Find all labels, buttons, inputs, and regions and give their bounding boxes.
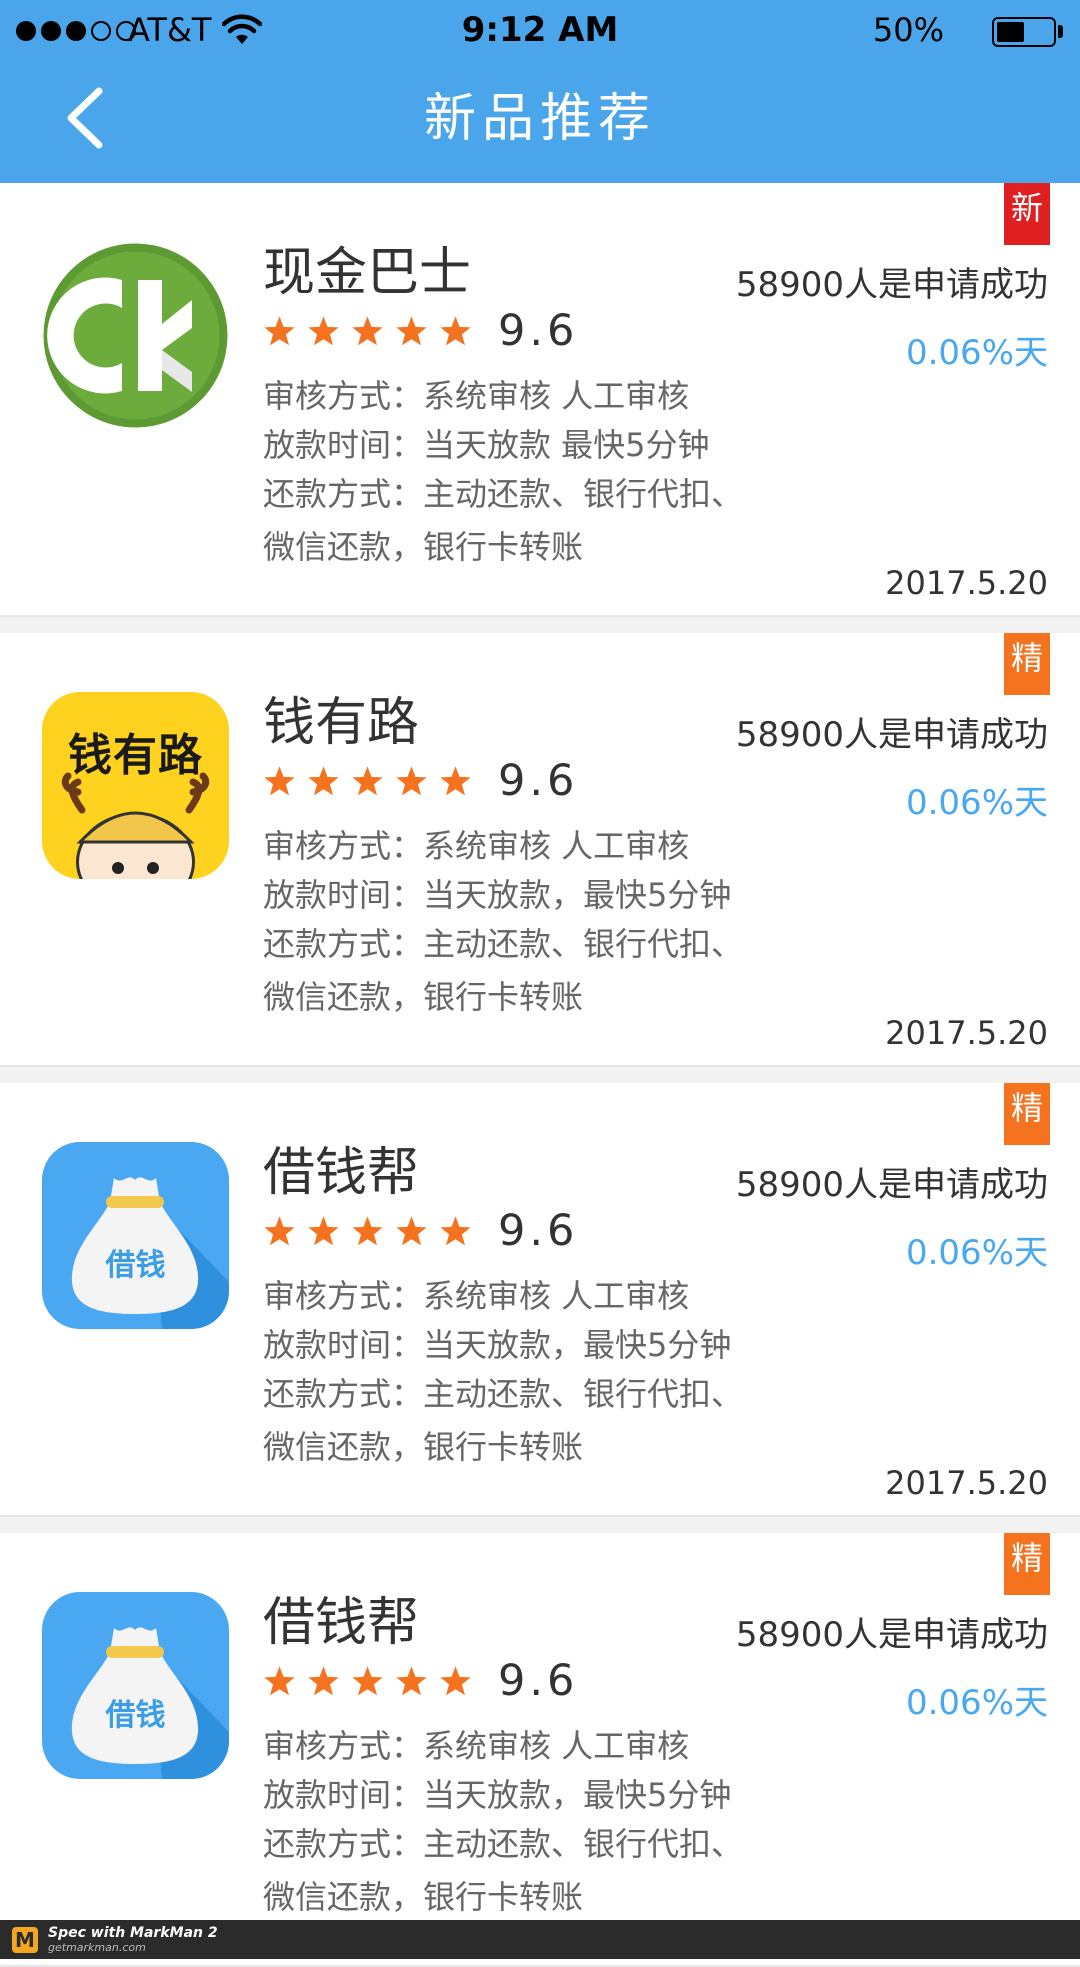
product-name: 现金巴士 — [263, 243, 472, 303]
star-icon — [308, 316, 339, 346]
rating-stars — [263, 765, 472, 798]
listing-date: 2017.5.20 — [885, 1464, 1048, 1502]
payout-time: 放款时间：当天放款，最快5分钟 — [263, 876, 732, 914]
product-name: 钱有路 — [263, 693, 420, 753]
app-icon-text: 借钱 — [105, 1698, 166, 1733]
xianjinbashi-app-icon — [42, 242, 229, 429]
review-method: 审核方式：系统审核 人工审核 — [263, 377, 690, 415]
review-method: 审核方式：系统审核 人工审核 — [263, 1277, 690, 1315]
star-icon — [352, 316, 383, 346]
product-card-xianjinbashi[interactable]: 现金巴士 9.6 审核方式：系统审核 人工审核 放款时间：当天放款 最快5分钟 … — [0, 183, 1080, 617]
payout-time: 放款时间：当天放款 最快5分钟 — [263, 426, 710, 464]
star-icon — [264, 766, 295, 796]
listing-date: 2017.5.20 — [885, 1014, 1048, 1052]
applicant-count: 58900人是申请成功 — [735, 1165, 1048, 1205]
featured-badge: 精 — [1004, 633, 1050, 695]
footer-brand: Spec with MarkMan 2 — [48, 1924, 218, 1941]
review-method: 审核方式：系统审核 人工审核 — [263, 1727, 690, 1765]
star-icon — [308, 1216, 339, 1246]
star-icon — [440, 1666, 471, 1696]
rating-score: 9.6 — [498, 1206, 579, 1256]
listing-date: 2017.5.20 — [885, 564, 1048, 602]
daily-rate: 0.06%天 — [905, 1233, 1048, 1273]
star-icon — [308, 766, 339, 796]
rating-stars — [263, 315, 472, 348]
header: AT&T 9:12 AM 50% 新品推荐 — [0, 0, 1080, 183]
loan-product-list: 现金巴士 9.6 审核方式：系统审核 人工审核 放款时间：当天放款 最快5分钟 … — [0, 183, 1080, 1967]
rating-stars — [263, 1665, 472, 1698]
new-badge: 新 — [1004, 183, 1050, 245]
star-icon — [396, 766, 427, 796]
daily-rate: 0.06%天 — [905, 1683, 1048, 1723]
product-card-jieqianbang-2[interactable]: 借钱 借钱帮 9.6 审核方式：系统审核 人工审核 放款时间：当天放款，最快5分… — [0, 1533, 1080, 1967]
applicant-count: 58900人是申请成功 — [735, 265, 1048, 305]
battery-icon — [992, 17, 1056, 47]
star-icon — [264, 1216, 295, 1246]
star-icon — [440, 1216, 471, 1246]
star-icon — [396, 316, 427, 346]
featured-badge: 精 — [1004, 1533, 1050, 1595]
jieqianbang-app-icon: 借钱 — [42, 1142, 229, 1329]
rating-score: 9.6 — [498, 306, 579, 356]
applicant-count: 58900人是申请成功 — [735, 1615, 1048, 1655]
rating-score: 9.6 — [498, 1656, 579, 1706]
product-card-qianyoulu[interactable]: 钱有路 钱有路 9.6 审核方式：系统审核 人工审核 放款时间：当天放款，最快5… — [0, 633, 1080, 1067]
repay-method-cont: 微信还款，银行卡转账 — [263, 528, 584, 566]
product-card-jieqianbang[interactable]: 借钱 借钱帮 9.6 审核方式：系统审核 人工审核 放款时间：当天放款，最快5分… — [0, 1083, 1080, 1517]
footer-link[interactable]: getmarkman.com — [48, 1941, 218, 1955]
repay-method-cont: 微信还款，银行卡转账 — [263, 978, 584, 1016]
rating-score: 9.6 — [498, 756, 579, 806]
star-icon — [440, 316, 471, 346]
review-method: 审核方式：系统审核 人工审核 — [263, 827, 690, 865]
divider — [0, 1517, 1080, 1533]
star-icon — [396, 1666, 427, 1696]
product-name: 借钱帮 — [263, 1593, 420, 1653]
star-icon — [352, 1216, 383, 1246]
daily-rate: 0.06%天 — [905, 333, 1048, 373]
payout-time: 放款时间：当天放款，最快5分钟 — [263, 1326, 732, 1364]
star-icon — [308, 1666, 339, 1696]
star-icon — [264, 316, 295, 346]
rating-stars — [263, 1215, 472, 1248]
star-icon — [264, 1666, 295, 1696]
star-icon — [352, 1666, 383, 1696]
star-icon — [440, 766, 471, 796]
payout-time: 放款时间：当天放款，最快5分钟 — [263, 1776, 732, 1814]
repay-method-cont: 微信还款，银行卡转账 — [263, 1428, 584, 1466]
status-bar: AT&T 9:12 AM 50% — [0, 0, 1080, 62]
battery-percent: 50% — [872, 11, 944, 49]
jieqianbang-app-icon: 借钱 — [42, 1592, 229, 1779]
app-icon-text: 钱有路 — [68, 730, 203, 781]
markman-logo-icon: M — [12, 1926, 38, 1953]
page-title: 新品推荐 — [423, 89, 656, 149]
product-name: 借钱帮 — [263, 1143, 420, 1203]
qianyoulu-app-icon: 钱有路 — [42, 692, 229, 879]
app-icon-text: 借钱 — [105, 1248, 166, 1283]
star-icon — [396, 1216, 427, 1246]
repay-method: 还款方式：主动还款、银行代扣、 — [263, 1825, 744, 1863]
divider — [0, 617, 1080, 633]
repay-method: 还款方式：主动还款、银行代扣、 — [263, 925, 744, 963]
repay-method: 还款方式：主动还款、银行代扣、 — [263, 1375, 744, 1413]
star-icon — [352, 766, 383, 796]
repay-method: 还款方式：主动还款、银行代扣、 — [263, 475, 744, 513]
featured-badge: 精 — [1004, 1083, 1050, 1145]
markman-footer: M Spec with MarkMan 2 getmarkman.com — [0, 1920, 1080, 1959]
repay-method-cont: 微信还款，银行卡转账 — [263, 1878, 584, 1916]
battery-cap — [1058, 25, 1063, 38]
daily-rate: 0.06%天 — [905, 783, 1048, 823]
applicant-count: 58900人是申请成功 — [735, 715, 1048, 755]
divider — [0, 1067, 1080, 1083]
